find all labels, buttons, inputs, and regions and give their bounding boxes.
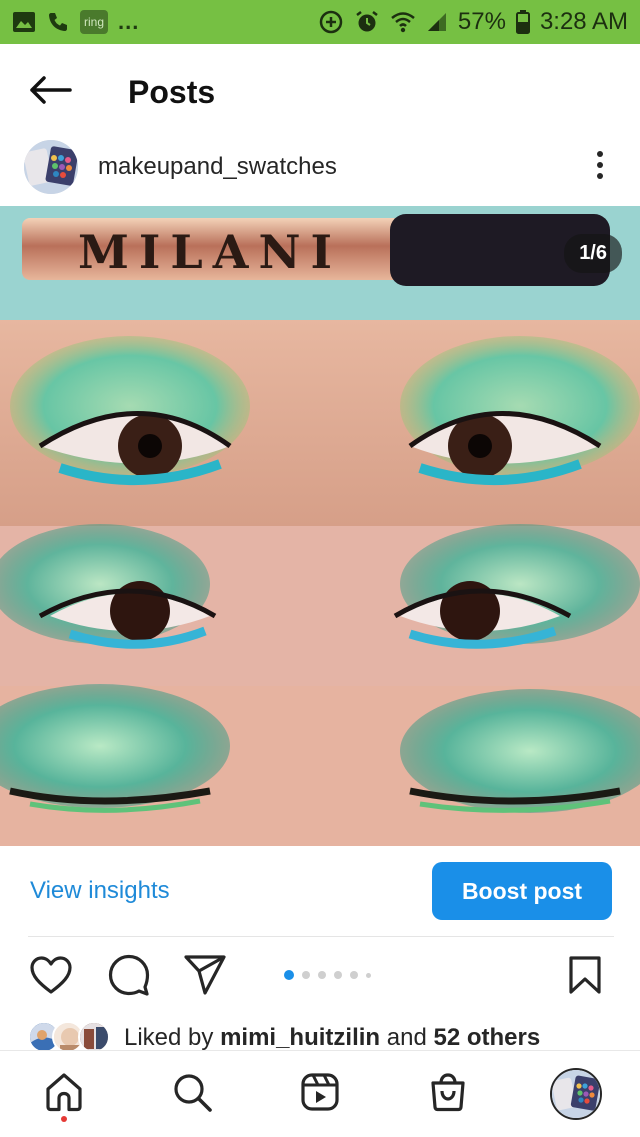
nav-reels[interactable] [288,1062,352,1126]
carousel-dot-active [284,970,294,980]
carousel-dot [318,971,326,979]
liked-by-and: and [386,1024,427,1051]
back-button[interactable] [0,44,100,140]
post-options-button[interactable] [570,137,630,197]
bottom-navigation [0,1050,640,1137]
more-notifications: ... [118,9,140,34]
liker-avatar [78,1021,110,1053]
liked-by-others[interactable]: 52 others [433,1024,540,1051]
battery-icon [515,10,530,34]
data-saver-icon [318,9,344,35]
reels-icon [299,1071,341,1118]
page-header: Posts [0,44,640,140]
phone-icon [46,10,70,34]
divider [28,936,614,937]
save-button[interactable] [562,954,608,1000]
vertical-dots-icon [595,150,605,185]
nav-shop[interactable] [416,1062,480,1126]
share-button[interactable] [182,954,228,1000]
post-image: MILANI [0,206,640,846]
carousel-dot [302,971,310,979]
search-icon [171,1071,213,1118]
ring-app-icon: ring [80,10,109,34]
comment-bubble-icon [107,953,151,1002]
comment-button[interactable] [106,954,152,1000]
post-media[interactable]: MILANI [0,206,640,846]
shop-bag-icon [427,1071,469,1118]
notification-dot [61,1116,67,1122]
status-left: ring ... [12,9,139,35]
arrow-left-icon [28,75,72,110]
carousel-dot [366,972,371,978]
carousel-dot [350,971,358,979]
like-button[interactable] [28,954,74,1000]
page-title: Posts [128,73,216,110]
gallery-icon [12,11,36,33]
liked-by-user[interactable]: mimi_huitzilin [220,1024,380,1051]
nav-search[interactable] [160,1062,224,1126]
alarm-icon [354,9,380,35]
profile-avatar [550,1068,602,1120]
liked-by-text: Liked by mimi_huitzilin and 52 others [124,1024,540,1052]
boost-post-button[interactable]: Boost post [432,862,612,920]
carousel-dot [334,971,342,979]
paper-plane-icon [183,954,227,1001]
signal-icon [426,11,448,33]
product-brand-text: MILANI [78,225,342,279]
status-right: 57% 3:28 AM [318,8,628,36]
heart-icon [29,955,73,1000]
post-actions [0,942,640,1012]
nav-profile[interactable] [544,1062,608,1126]
media-counter-badge: 1/6 [564,234,622,273]
bookmark-icon [568,955,602,1000]
wifi-icon [390,10,416,34]
author-username[interactable]: makeupand_swatches [98,153,337,181]
status-bar: ring ... 57% 3:28 AM [0,0,640,44]
nav-home[interactable] [32,1062,96,1126]
home-icon [43,1071,85,1118]
battery-percent: 57% [457,8,506,35]
author-avatar[interactable] [24,140,78,194]
carousel-indicator [284,970,371,980]
clock: 3:28 AM [539,8,628,35]
insights-row: View insights Boost post [0,846,640,936]
post-header: makeupand_swatches [0,136,640,198]
view-insights-link[interactable]: View insights [30,877,170,905]
liked-by-prefix: Liked by [124,1024,214,1051]
